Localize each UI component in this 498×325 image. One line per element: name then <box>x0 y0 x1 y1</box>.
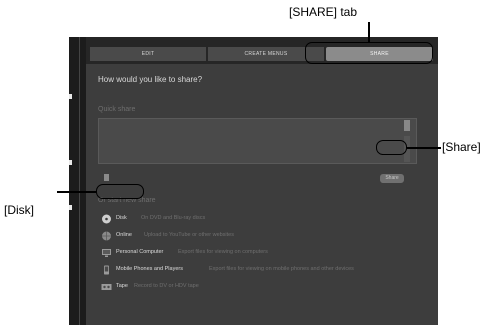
share-option-description: Export files for viewing on computers <box>178 249 268 255</box>
strip-marker <box>69 205 72 210</box>
share-tab-callout: [SHARE] tab <box>289 5 358 19</box>
share-option-label: Tape <box>116 283 128 289</box>
strip-divider <box>79 37 80 325</box>
strip-marker <box>69 160 72 165</box>
share-option-description: On DVD and Blu-ray discs <box>141 215 206 221</box>
quick-share-title: Quick share <box>98 106 136 113</box>
monitor-icon <box>102 249 111 257</box>
globe-icon <box>102 231 111 241</box>
tape-icon <box>101 284 112 290</box>
share-option-disk[interactable]: Disk On DVD and Blu-ray discs <box>98 213 428 225</box>
share-option-personal-computer[interactable]: Personal Computer Export files for viewi… <box>98 247 428 259</box>
tab-edit[interactable]: EDIT <box>90 47 206 61</box>
disk-leader-line <box>57 191 96 193</box>
scrollbar-thumb[interactable] <box>404 120 410 131</box>
share-button-highlight <box>376 140 407 155</box>
trash-icon[interactable] <box>104 174 109 181</box>
share-option-description: Export files for viewing on mobile phone… <box>209 266 354 272</box>
share-button-leader-line <box>407 147 441 149</box>
page-title: How would you like to share? <box>98 75 203 84</box>
share-option-online[interactable]: Online Upload to YouTube or other websit… <box>98 230 428 242</box>
share-option-label: Mobile Phones and Players <box>116 266 183 272</box>
quick-share-list[interactable] <box>98 118 417 164</box>
share-option-description: Upload to YouTube or other websites <box>144 232 234 238</box>
share-tab-leader-line <box>368 22 370 42</box>
share-option-tape[interactable]: Tape Record to DV or HDV tape <box>98 281 428 293</box>
share-option-label: Online <box>116 232 132 238</box>
disc-icon <box>102 214 111 224</box>
share-button[interactable]: Share <box>380 174 404 183</box>
share-button-callout: [Share] <box>442 140 481 154</box>
share-option-mobile-phones[interactable]: Mobile Phones and Players Export files f… <box>98 264 428 276</box>
disk-highlight <box>96 184 144 199</box>
strip-marker <box>69 94 72 99</box>
share-tab-highlight <box>305 42 433 64</box>
left-edge-strip <box>69 37 86 325</box>
share-option-description: Record to DV or HDV tape <box>134 283 199 289</box>
phone-icon <box>104 265 109 275</box>
share-option-label: Personal Computer <box>116 249 164 255</box>
disk-callout: [Disk] <box>4 203 34 217</box>
premiere-elements-panel: EDIT CREATE MENUS SHARE How would you li… <box>69 37 438 325</box>
share-option-label: Disk <box>116 215 127 221</box>
